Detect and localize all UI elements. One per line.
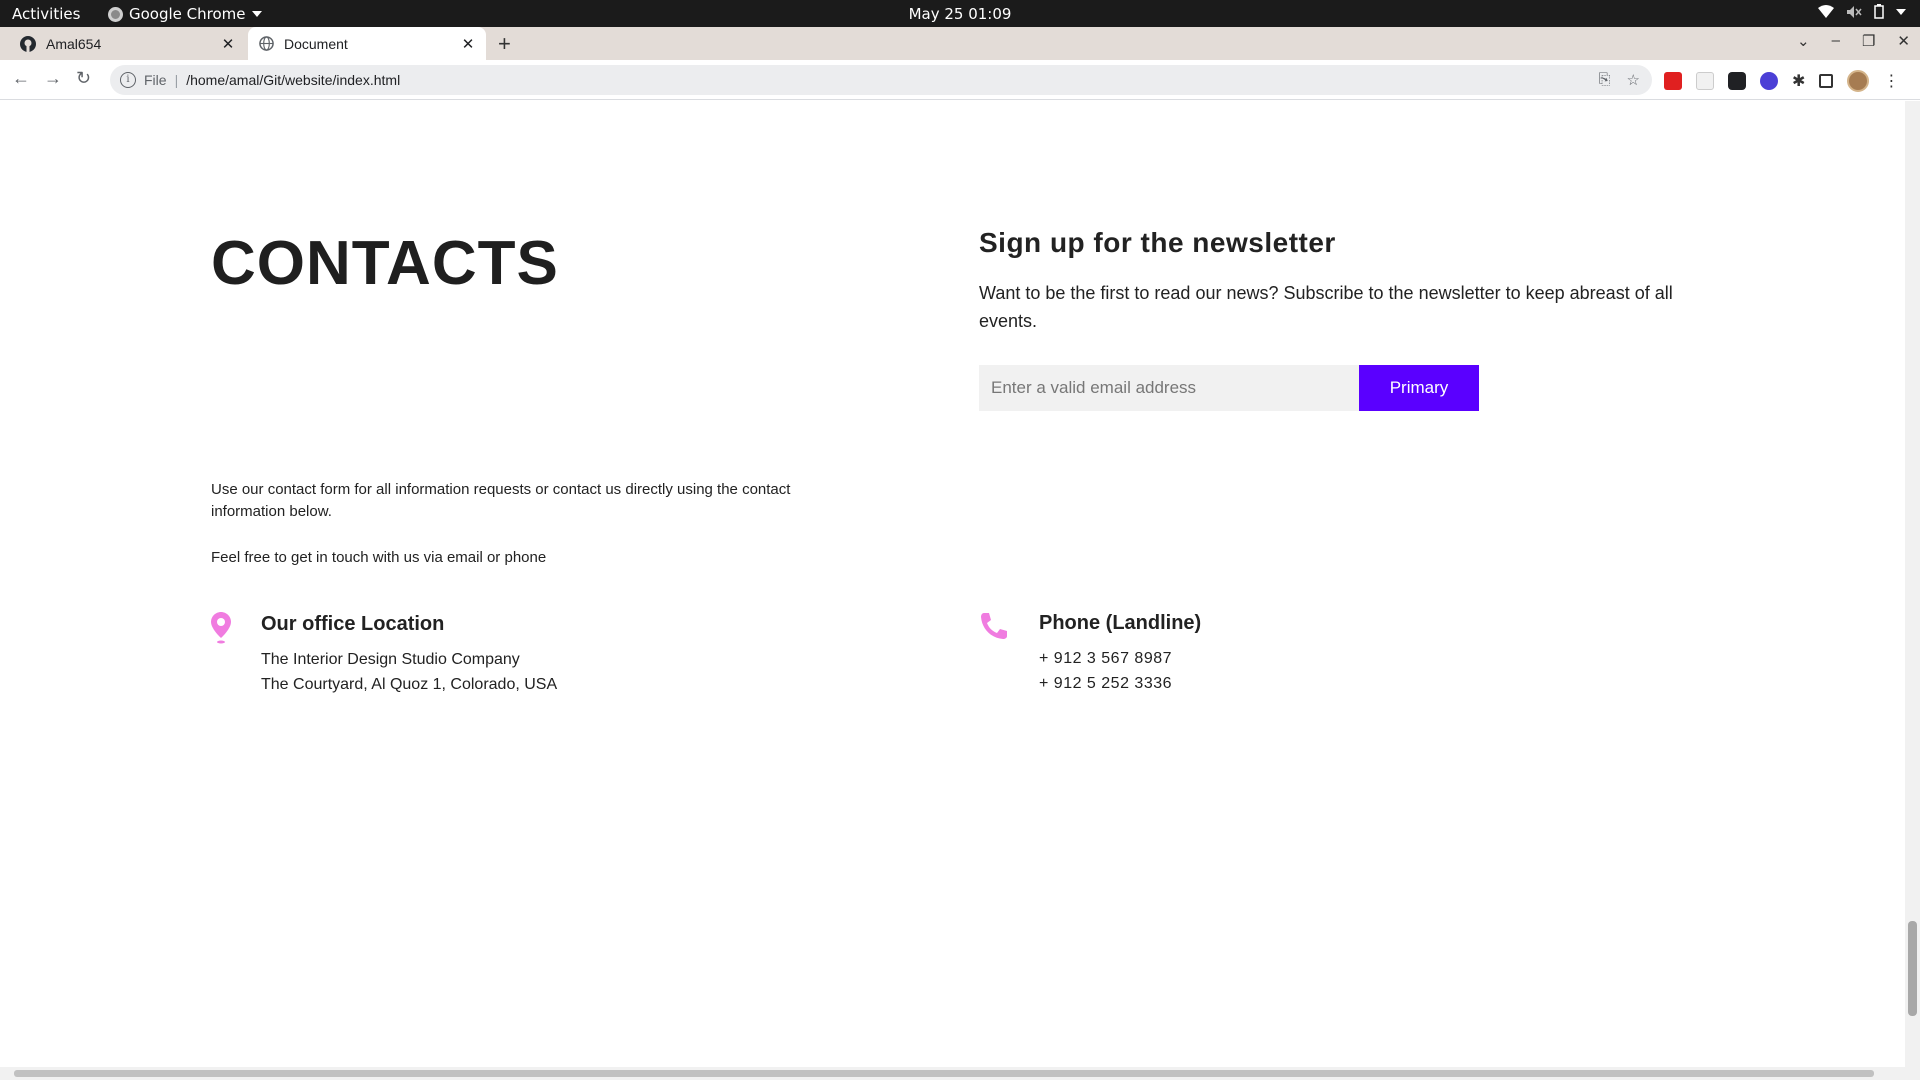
volume-muted-icon [1847,5,1862,18]
avatar[interactable] [1847,70,1870,92]
new-tab-button[interactable]: + [498,31,511,57]
phone-title: Phone (Landline) [1039,612,1202,634]
contact-touch-text: Feel free to get in touch with us via em… [211,549,547,566]
extensions-area: ✱ ⋮ [1664,70,1899,92]
side-panel-icon[interactable] [1819,74,1834,88]
browser-toolbar: ← → ↻ i File | /home/amal/Git/website/in… [0,60,1920,100]
close-window-icon[interactable]: ✕ [1897,32,1910,50]
github-icon [20,35,36,52]
phone-number: + 912 5 252 3336 [1039,675,1173,692]
address-bar[interactable]: i File | /home/amal/Git/website/index.ht… [110,65,1652,95]
battery-icon [1874,4,1884,19]
window-controls: ⌄ – ❐ ✕ [1797,32,1910,50]
tab-github[interactable]: Amal654 ✕ [10,27,246,60]
extension-blank-icon[interactable] [1696,72,1714,90]
page-viewport: CONTACTS Sign up for the newsletter Want… [0,101,1905,1067]
tab-title: Amal654 [46,35,102,52]
omnibox-actions: ⎘ ☆ [1599,71,1640,89]
subscribe-button[interactable]: Primary [1359,365,1479,411]
restore-icon[interactable]: ❐ [1862,32,1875,50]
reload-icon[interactable]: ↻ [76,68,91,89]
vertical-scrollbar[interactable] [1905,101,1920,1067]
puzzle-icon[interactable]: ✱ [1792,71,1805,91]
clock[interactable]: May 25 01:09 [0,5,1920,23]
url-scheme: File [144,72,167,88]
more-menu-icon[interactable]: ⋮ [1883,71,1899,91]
bookmark-star-icon[interactable]: ☆ [1627,71,1640,89]
horizontal-scrollbar[interactable] [0,1067,1920,1080]
map-pin-icon [211,612,231,644]
tab-title: Document [284,35,348,52]
close-icon[interactable]: ✕ [458,35,478,53]
url-separator: | [174,72,179,88]
openai-icon[interactable] [1728,72,1746,90]
phone-icon [981,613,1007,639]
scrollbar-thumb[interactable] [14,1070,1874,1077]
system-tray[interactable] [1818,4,1906,19]
tab-document[interactable]: Document ✕ [248,27,486,60]
chevron-down-icon [1896,8,1906,15]
os-top-bar: Activities Google Chrome May 25 01:09 [0,0,1920,27]
back-icon[interactable]: ← [12,68,30,89]
contacts-heading: CONTACTS [211,229,559,298]
contact-intro: Use our contact form for all information… [211,481,791,520]
tab-search-icon[interactable]: ⌄ [1797,32,1810,50]
newsletter-heading: Sign up for the newsletter [979,227,1336,258]
minimize-icon[interactable]: – [1832,32,1840,50]
tab-strip: Amal654 ✕ Document ✕ + ⌄ – ❐ ✕ [0,27,1920,60]
scrollbar-thumb[interactable] [1908,921,1917,1016]
close-icon[interactable]: ✕ [218,35,238,53]
office-address-line: The Interior Design Studio Company [261,651,520,668]
office-location-title: Our office Location [261,613,445,635]
globe-icon [258,36,274,52]
forward-icon[interactable]: → [44,68,62,89]
extension-red-icon[interactable] [1664,72,1682,90]
wifi-icon [1818,4,1834,18]
email-field[interactable] [979,365,1359,411]
share-icon[interactable]: ⎘ [1599,71,1611,89]
extension-purple-icon[interactable] [1760,72,1778,90]
phone-number: + 912 3 567 8987 [1039,650,1173,667]
info-icon[interactable]: i [120,72,136,88]
newsletter-description: Want to be the first to read our news? S… [979,283,1673,331]
office-address-line: The Courtyard, Al Quoz 1, Colorado, USA [261,676,558,693]
url-text[interactable]: /home/amal/Git/website/index.html [186,72,400,88]
